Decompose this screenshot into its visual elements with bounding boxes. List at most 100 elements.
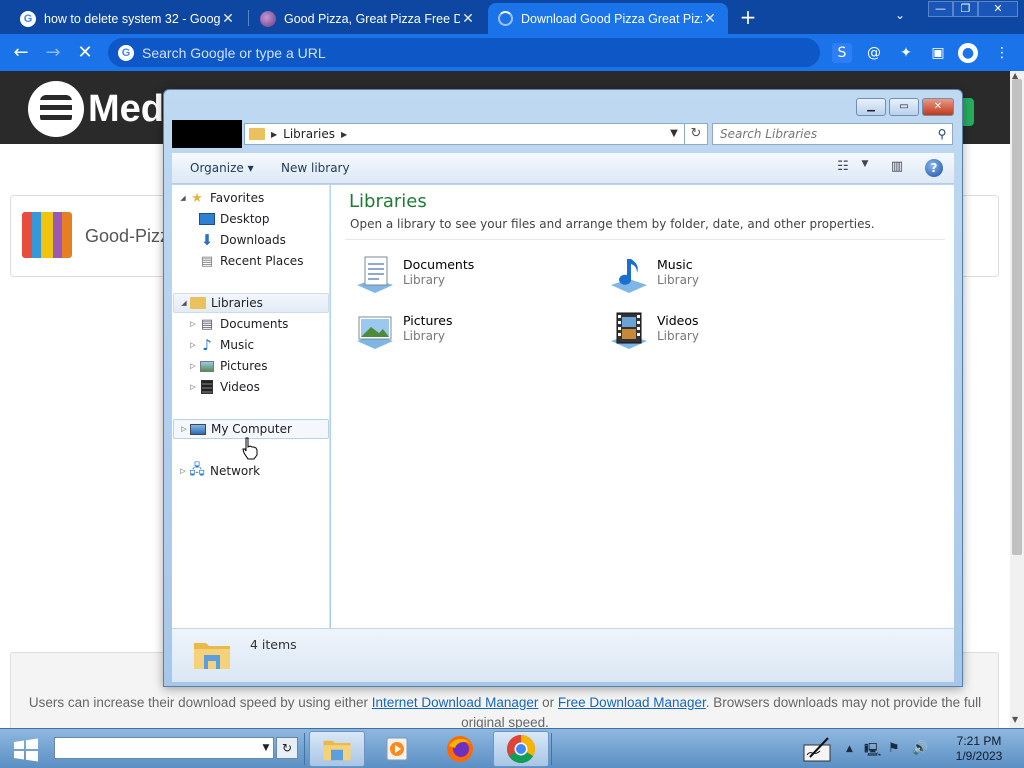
taskbar-separator: [551, 733, 552, 765]
forward-arrow-icon[interactable]: →: [40, 40, 66, 66]
site-logo[interactable]: Med: [28, 81, 164, 137]
star-icon: ★: [191, 190, 203, 206]
chevron-right-icon[interactable]: ▶: [341, 130, 347, 139]
extensions-puzzle-icon[interactable]: ✦: [896, 43, 916, 63]
refresh-icon[interactable]: ↻: [276, 737, 298, 759]
minimize-icon[interactable]: —: [928, 1, 953, 17]
change-view-icon[interactable]: ☷: [832, 159, 854, 177]
minimize-icon[interactable]: ▁: [856, 98, 886, 116]
command-bar: Organize ▾ New library ☷ ▼ ▥ ?: [172, 153, 954, 184]
menu-kebab-icon[interactable]: ⋮: [992, 43, 1012, 63]
collapsed-arrow-icon[interactable]: ▷: [188, 383, 198, 391]
library-type: Library: [403, 273, 445, 287]
nav-recent-places[interactable]: ▤ Recent Places: [198, 251, 304, 271]
close-icon[interactable]: ✕: [220, 10, 236, 27]
library-type: Library: [657, 273, 699, 287]
organize-button[interactable]: Organize ▾: [190, 161, 254, 175]
chevron-down-icon[interactable]: ▼: [664, 123, 684, 145]
library-name: Videos: [657, 313, 699, 328]
idm-link[interactable]: Internet Download Manager: [372, 695, 539, 710]
nav-favorites[interactable]: ◢ ★ Favorites: [178, 188, 264, 208]
show-hidden-icons-arrow-icon[interactable]: ▲: [846, 744, 853, 754]
tab-title: Good Pizza, Great Pizza Free Dov: [284, 11, 460, 26]
close-icon[interactable]: ✕: [460, 10, 476, 27]
side-panel-icon[interactable]: ▣: [928, 43, 948, 63]
volume-icon[interactable]: 🔊: [912, 741, 928, 756]
scroll-down-icon[interactable]: ▼: [1012, 715, 1018, 724]
help-icon[interactable]: ?: [925, 159, 943, 177]
scroll-thumb[interactable]: [1012, 79, 1022, 555]
loading-spinner-icon: [498, 11, 513, 26]
start-windows-icon[interactable]: [10, 737, 42, 763]
network-tray-icon[interactable]: 🖳: [864, 741, 881, 763]
nav-libraries[interactable]: ◢ Libraries: [173, 293, 329, 313]
address-bar[interactable]: ▶ Libraries ▶: [244, 123, 707, 145]
extension-at-icon[interactable]: @: [864, 43, 884, 63]
music-library-icon: [611, 259, 647, 293]
taskbar-firefox[interactable]: [432, 731, 488, 767]
nav-videos[interactable]: ▷ Videos: [188, 377, 260, 397]
nav-label: Libraries: [211, 296, 263, 310]
taskbar-explorer[interactable]: [309, 731, 365, 767]
expanded-arrow-icon[interactable]: ◢: [179, 299, 189, 307]
taskbar-media-player[interactable]: [370, 731, 426, 767]
pen-tablet-icon[interactable]: [802, 735, 834, 763]
page-scrollbar[interactable]: ▲ ▼: [1010, 71, 1024, 728]
omnibox[interactable]: G: [108, 38, 820, 67]
maximize-icon[interactable]: ▭: [889, 98, 919, 116]
address-input[interactable]: [142, 44, 820, 61]
library-pictures[interactable]: Pictures Library: [349, 309, 549, 353]
close-window-icon[interactable]: ✕: [978, 1, 1018, 17]
nav-downloads[interactable]: ⬇ Downloads: [198, 230, 286, 250]
close-icon[interactable]: ✕: [702, 10, 718, 27]
file-name: Good-Pizz: [85, 226, 170, 246]
new-library-button[interactable]: New library: [281, 161, 350, 175]
library-documents[interactable]: Documents Library: [349, 253, 549, 297]
collapsed-arrow-icon[interactable]: ▷: [179, 425, 189, 433]
search-libraries-box[interactable]: ⚲: [712, 123, 953, 145]
tab-good-pizza[interactable]: Good Pizza, Great Pizza Free Dov ✕: [250, 3, 486, 34]
back-arrow-icon[interactable]: ←: [8, 40, 34, 66]
taskbar-address-input[interactable]: [55, 738, 259, 758]
close-icon[interactable]: ✕: [922, 98, 954, 116]
taskbar-address-box[interactable]: ▼: [54, 737, 274, 759]
taskbar-chrome[interactable]: [493, 731, 549, 767]
chevron-down-icon[interactable]: ▼: [259, 743, 273, 753]
info-text-mid: or: [538, 695, 558, 710]
restore-icon[interactable]: ❐: [953, 1, 978, 17]
nav-documents[interactable]: ▷ ▤ Documents: [188, 314, 288, 334]
extension-s-icon[interactable]: S: [832, 43, 852, 63]
expanded-arrow-icon[interactable]: ◢: [178, 194, 188, 202]
fdm-link[interactable]: Free Download Manager: [558, 695, 706, 710]
chevron-down-icon[interactable]: ▼: [854, 159, 876, 177]
collapsed-arrow-icon[interactable]: ▷: [188, 320, 198, 328]
chevron-right-icon[interactable]: ▶: [271, 130, 277, 139]
tab-google-search[interactable]: G how to delete system 32 - Googl ✕: [10, 3, 246, 34]
refresh-icon[interactable]: ↻: [684, 123, 708, 145]
nav-network[interactable]: ▷ 🖧 Network: [178, 461, 260, 481]
taskbar-clock[interactable]: 7:21 PM 1/9/2023: [944, 734, 1014, 764]
search-input[interactable]: [713, 127, 932, 141]
library-videos[interactable]: Videos Library: [603, 309, 803, 353]
nav-desktop[interactable]: Desktop: [198, 209, 270, 229]
nav-label: Downloads: [220, 233, 286, 247]
tab-search-chevron-icon[interactable]: ⌄: [895, 8, 905, 22]
collapsed-arrow-icon[interactable]: ▷: [188, 341, 198, 349]
action-center-flag-icon[interactable]: ⚑: [888, 741, 900, 756]
library-music[interactable]: Music Library: [603, 253, 803, 297]
stop-loading-icon[interactable]: ✕: [72, 40, 98, 66]
collapsed-arrow-icon[interactable]: ▷: [188, 362, 198, 370]
nav-label: My Computer: [211, 422, 292, 436]
preview-pane-icon[interactable]: ▥: [886, 159, 908, 177]
nav-pictures[interactable]: ▷ Pictures: [188, 356, 267, 376]
breadcrumb-libraries[interactable]: Libraries: [283, 127, 335, 141]
new-tab-button[interactable]: +: [736, 6, 760, 30]
collapsed-arrow-icon[interactable]: ▷: [178, 467, 188, 475]
profile-avatar-icon[interactable]: ●: [958, 43, 978, 63]
back-forward-buttons[interactable]: [172, 120, 242, 148]
nav-music[interactable]: ▷ ♪ Music: [188, 335, 254, 355]
tab-download-active[interactable]: Download Good Pizza Great Pizz ✕: [488, 3, 728, 34]
tab-title: Download Good Pizza Great Pizz: [521, 11, 702, 26]
library-type: Library: [403, 329, 445, 343]
search-icon[interactable]: ⚲: [932, 127, 952, 141]
